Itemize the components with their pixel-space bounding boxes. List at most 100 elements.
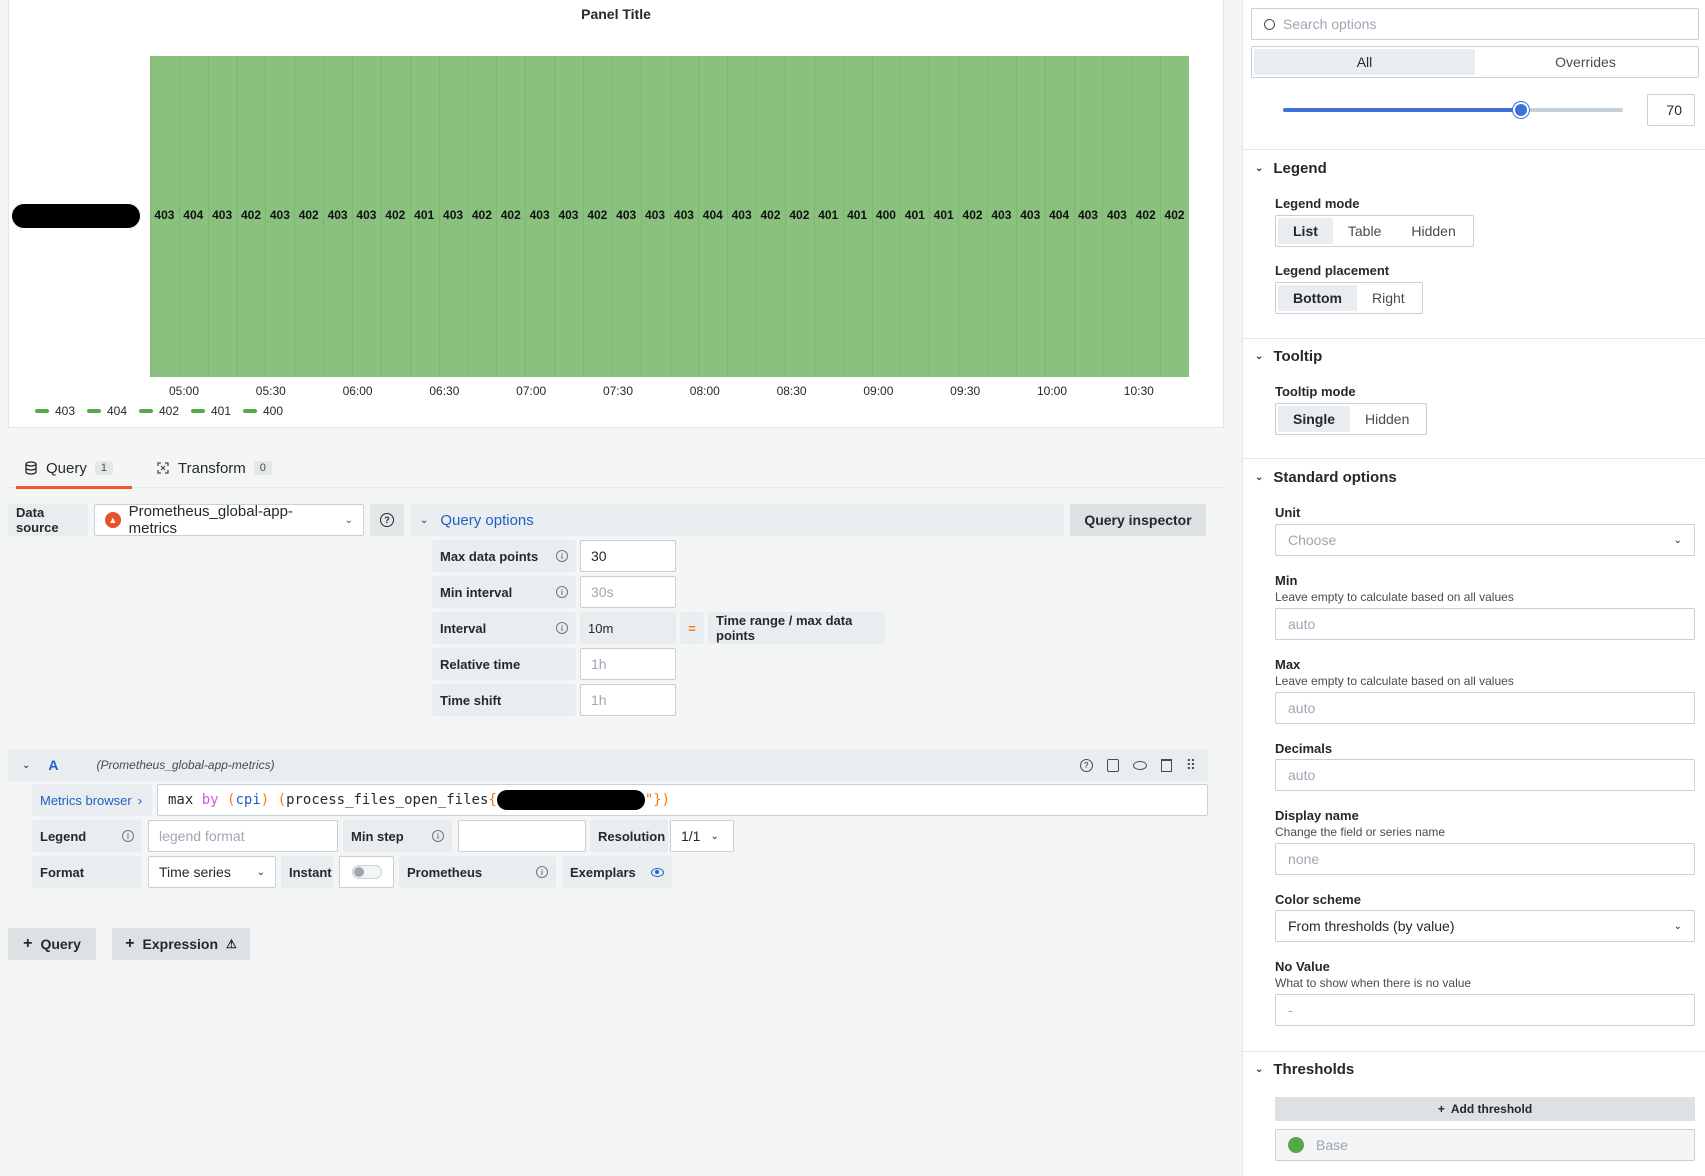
state-cell-label[interactable]: 403 xyxy=(265,208,294,222)
tab-transform[interactable]: Transform 0 xyxy=(148,448,280,488)
max-data-points-input[interactable]: 30 xyxy=(580,540,676,572)
query-options-bar[interactable]: ⌄ Query options xyxy=(410,504,1064,536)
add-query-button[interactable]: + Query xyxy=(8,928,96,960)
time-shift-input[interactable]: 1h xyxy=(580,684,676,716)
state-cell-label[interactable]: 403 xyxy=(670,208,699,222)
state-cell-label[interactable]: 402 xyxy=(583,208,612,222)
min-step-input[interactable] xyxy=(458,820,586,852)
state-cell-label[interactable]: 402 xyxy=(237,208,266,222)
chevron-down-icon[interactable]: ⌄ xyxy=(22,760,30,771)
state-cell-label[interactable]: 403 xyxy=(987,208,1016,222)
state-cell-label[interactable]: 403 xyxy=(612,208,641,222)
state-cell-label[interactable]: 403 xyxy=(439,208,468,222)
duplicate-icon[interactable] xyxy=(1106,758,1119,772)
legend-format-label: Legend i xyxy=(32,820,142,852)
tooltip-mode-hidden[interactable]: Hidden xyxy=(1350,406,1424,432)
legend-item[interactable]: 403 xyxy=(35,404,75,418)
slider-track[interactable] xyxy=(1283,102,1623,118)
thresholds-section-header[interactable]: ⌄ Thresholds xyxy=(1255,1061,1354,1078)
time-tick-label: 05:30 xyxy=(255,384,286,398)
legend-item[interactable]: 401 xyxy=(191,404,231,418)
state-cell-label[interactable]: 403 xyxy=(150,208,179,222)
state-cell-label[interactable]: 402 xyxy=(785,208,814,222)
state-cell-label[interactable]: 402 xyxy=(496,208,525,222)
state-cell-label[interactable]: 403 xyxy=(208,208,237,222)
state-cell-label[interactable]: 401 xyxy=(843,208,872,222)
drag-handle-icon[interactable]: ⠿ xyxy=(1186,757,1196,774)
legend-item[interactable]: 400 xyxy=(243,404,283,418)
search-options-input[interactable]: Search options xyxy=(1251,8,1699,40)
state-cell-label[interactable]: 404 xyxy=(179,208,208,222)
legend-format-input[interactable]: legend format xyxy=(148,820,338,852)
state-cell-label[interactable]: 402 xyxy=(294,208,323,222)
min-input[interactable]: auto xyxy=(1275,608,1695,640)
state-cell-label[interactable]: 403 xyxy=(323,208,352,222)
tooltip-section-header[interactable]: ⌄ Tooltip xyxy=(1255,348,1322,365)
state-cell-label[interactable]: 402 xyxy=(381,208,410,222)
eye-icon[interactable] xyxy=(651,867,664,877)
state-cell-label[interactable]: 403 xyxy=(1102,208,1131,222)
min-interval-input[interactable]: 30s xyxy=(580,576,676,608)
query-ref-id[interactable]: A xyxy=(48,757,58,773)
legend-placement-bottom[interactable]: Bottom xyxy=(1278,285,1357,311)
decimals-input[interactable]: auto xyxy=(1275,759,1695,791)
state-cell-label[interactable]: 401 xyxy=(929,208,958,222)
state-cell-label[interactable]: 400 xyxy=(872,208,901,222)
add-expression-button[interactable]: + Expression ⚠ xyxy=(112,928,250,960)
tab-overrides[interactable]: Overrides xyxy=(1475,49,1696,75)
resolution-select[interactable]: 1/1 ⌄ xyxy=(670,820,734,852)
legend-mode-list[interactable]: List xyxy=(1278,218,1333,244)
legend-mode-hidden[interactable]: Hidden xyxy=(1396,218,1470,244)
instant-toggle[interactable] xyxy=(339,856,394,888)
unit-select[interactable]: Choose ⌄ xyxy=(1275,524,1695,556)
metrics-browser-button[interactable]: Metrics browser › xyxy=(32,784,152,816)
state-cell-label[interactable]: 402 xyxy=(467,208,496,222)
legend-item[interactable]: 404 xyxy=(87,404,127,418)
threshold-base-row[interactable]: Base xyxy=(1275,1129,1695,1161)
max-input[interactable]: auto xyxy=(1275,692,1695,724)
legend-placement-right[interactable]: Right xyxy=(1357,285,1420,311)
display-name-input[interactable]: none xyxy=(1275,843,1695,875)
state-cell-label[interactable]: 403 xyxy=(1074,208,1103,222)
standard-options-header[interactable]: ⌄ Standard options xyxy=(1255,469,1397,486)
state-cell-label[interactable]: 401 xyxy=(410,208,439,222)
threshold-color-swatch[interactable] xyxy=(1288,1137,1304,1153)
state-cell-label[interactable]: 404 xyxy=(1045,208,1074,222)
datasource-picker[interactable]: ▲ Prometheus_global-app-metrics ⌄ xyxy=(94,503,364,537)
legend-section-header[interactable]: ⌄ Legend xyxy=(1255,160,1327,177)
add-threshold-button[interactable]: + Add threshold xyxy=(1275,1097,1695,1121)
tab-query[interactable]: Query 1 xyxy=(16,448,132,489)
datasource-help-button[interactable]: ? xyxy=(370,504,404,536)
slider-handle[interactable] xyxy=(1513,102,1529,118)
no-value-input[interactable]: - xyxy=(1275,994,1695,1026)
state-cell-label[interactable]: 403 xyxy=(352,208,381,222)
state-cell-label[interactable]: 402 xyxy=(1160,208,1189,222)
state-cell-label[interactable]: 402 xyxy=(756,208,785,222)
format-select[interactable]: Time series ⌄ xyxy=(148,856,276,888)
state-cell-label[interactable]: 403 xyxy=(641,208,670,222)
trash-icon[interactable] xyxy=(1160,758,1172,772)
tooltip-mode-single[interactable]: Single xyxy=(1278,406,1351,432)
help-icon[interactable]: ? xyxy=(1079,758,1093,772)
panel-title[interactable]: Panel Title xyxy=(9,6,1223,22)
relative-time-input[interactable]: 1h xyxy=(580,648,676,680)
exemplars-label[interactable]: Exemplars xyxy=(562,856,672,888)
slider-value-input[interactable]: 70 xyxy=(1647,94,1695,126)
state-cell-label[interactable]: 401 xyxy=(900,208,929,222)
state-cell-label[interactable]: 403 xyxy=(525,208,554,222)
query-a-header[interactable]: ⌄ A (Prometheus_global-app-metrics) ? ⠿ xyxy=(8,749,1208,781)
legend-item[interactable]: 402 xyxy=(139,404,179,418)
state-cell-label[interactable]: 403 xyxy=(727,208,756,222)
state-cell-label[interactable]: 401 xyxy=(814,208,843,222)
state-cell-label[interactable]: 403 xyxy=(1016,208,1045,222)
query-expression-editor[interactable]: max by (cpi) (process_files_open_files{"… xyxy=(157,784,1208,816)
state-cell-label[interactable]: 403 xyxy=(554,208,583,222)
tab-all[interactable]: All xyxy=(1254,49,1475,75)
query-inspector-button[interactable]: Query inspector xyxy=(1070,504,1206,536)
eye-icon[interactable] xyxy=(1132,760,1147,770)
legend-mode-table[interactable]: Table xyxy=(1333,218,1396,244)
state-cell-label[interactable]: 402 xyxy=(1131,208,1160,222)
state-cell-label[interactable]: 404 xyxy=(698,208,727,222)
state-cell-label[interactable]: 402 xyxy=(958,208,987,222)
color-scheme-select[interactable]: From thresholds (by value) ⌄ xyxy=(1275,910,1695,942)
